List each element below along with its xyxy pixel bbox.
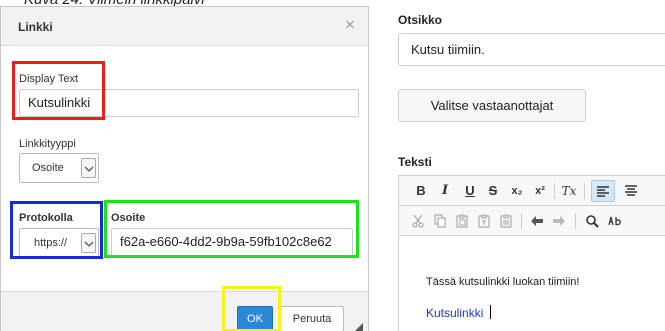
display-text-label: Display Text — [19, 73, 79, 85]
replace-icon — [608, 216, 621, 226]
address-input[interactable]: f62a-e660-4dd2-9b9a-59fb102c8e62 — [111, 228, 353, 256]
link-type-select[interactable]: Osoite — [19, 153, 99, 183]
redo-button[interactable] — [549, 210, 569, 232]
toolbar-separator — [554, 183, 555, 199]
copy-icon — [434, 214, 446, 228]
align-center-button[interactable] — [621, 180, 641, 202]
align-center-icon — [625, 185, 637, 196]
chevron-down-icon — [81, 233, 96, 253]
paste-button[interactable] — [453, 210, 471, 232]
paste-word-button[interactable] — [497, 210, 515, 232]
find-button[interactable] — [583, 210, 601, 232]
toolbar-separator — [575, 213, 576, 229]
toolbar-separator — [584, 183, 585, 199]
editor-toolbar-row-1: B I U S x₂ x² Tx — [399, 176, 665, 206]
select-recipients-button[interactable]: Valitse vastaanottajat — [398, 89, 586, 122]
protocol-label: Protokolla — [19, 212, 73, 224]
resize-grip-icon[interactable] — [355, 323, 363, 331]
subscript-button[interactable]: x₂ — [507, 180, 527, 202]
content-link[interactable]: Kutsulinkki — [426, 306, 483, 320]
editor-content[interactable]: Tässä kutsulinkki luokan tiimiin! Kutsul… — [399, 236, 665, 331]
link-type-value: Osoite — [32, 162, 64, 174]
undo-button[interactable] — [527, 210, 547, 232]
paste-text-icon — [478, 214, 490, 228]
dialog-header: Linkki × — [1, 7, 368, 46]
paste-word-icon — [500, 214, 512, 228]
toolbar-separator — [521, 213, 522, 229]
display-text-input[interactable]: Kutsulinkki — [19, 89, 359, 117]
italic-button[interactable]: I — [437, 180, 453, 202]
align-left-icon — [597, 186, 609, 197]
link-dialog: Linkki × Display Text Kutsulinkki Linkki… — [0, 6, 369, 331]
paste-text-button[interactable] — [475, 210, 493, 232]
cut-button[interactable] — [409, 210, 427, 232]
strikethrough-button[interactable]: S — [485, 180, 501, 202]
scissors-icon — [412, 214, 424, 228]
protocol-value: https:// — [34, 237, 68, 249]
superscript-button[interactable]: x² — [530, 180, 550, 202]
content-paragraph: Tässä kutsulinkki luokan tiimiin! — [426, 276, 580, 288]
link-type-label: Linkkityyppi — [19, 138, 76, 150]
subject-label: Otsikko — [398, 13, 443, 27]
dialog-title: Linkki — [18, 20, 53, 34]
replace-button[interactable] — [605, 210, 625, 232]
ok-button[interactable]: OK — [237, 306, 273, 331]
editor-toolbar-row-2 — [399, 206, 665, 236]
paste-icon — [456, 214, 468, 228]
address-label: Osoite — [111, 212, 146, 224]
remove-format-button[interactable]: Tx — [560, 180, 578, 202]
underline-button[interactable]: U — [462, 180, 478, 202]
cancel-button[interactable]: Peruuta — [280, 306, 344, 331]
align-left-button[interactable] — [591, 180, 615, 202]
text-label: Teksti — [398, 155, 432, 169]
address-value: f62a-e660-4dd2-9b9a-59fb102c8e62 — [120, 234, 332, 249]
chevron-down-icon — [81, 158, 96, 178]
close-icon[interactable]: × — [340, 15, 360, 35]
bold-button[interactable]: B — [413, 180, 429, 202]
redo-icon — [553, 216, 565, 226]
undo-icon — [531, 216, 543, 226]
subject-input[interactable]: Kutsu tiimiin. — [398, 33, 665, 66]
screenshot: Kuva 24. Viimein linkkipäivi Linkki × Di… — [0, 0, 665, 331]
protocol-select[interactable]: https:// — [19, 228, 99, 258]
search-icon — [586, 215, 599, 228]
rich-text-editor: B I U S x₂ x² Tx Tässä kutsulinkki luoka… — [398, 175, 665, 331]
text-caret — [490, 305, 491, 319]
copy-button[interactable] — [431, 210, 449, 232]
